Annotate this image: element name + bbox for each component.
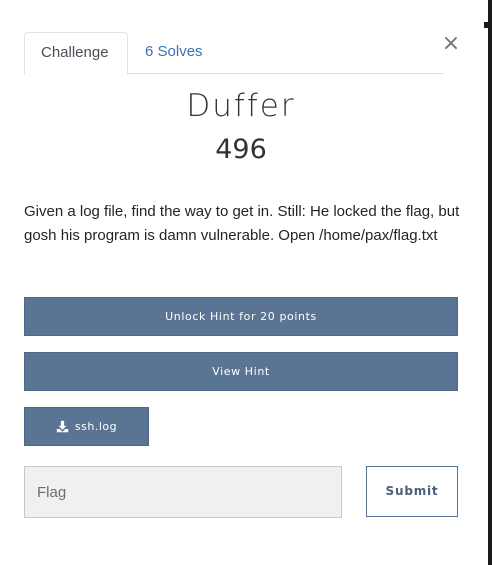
tab-challenge[interactable]: Challenge [24, 32, 128, 75]
backdrop-edge-top [484, 22, 492, 28]
challenge-description: Given a log file, find the way to get in… [24, 203, 460, 244]
close-button[interactable]: × [441, 30, 461, 58]
unlock-hint-button[interactable]: Unlock Hint for 20 points [24, 297, 458, 336]
challenge-points: 496 [215, 134, 267, 165]
view-hint-button[interactable]: View Hint [24, 352, 458, 391]
flag-input[interactable] [24, 466, 342, 518]
tab-bar: Challenge 6 Solves [24, 32, 444, 75]
download-icon [56, 420, 69, 433]
submit-button[interactable]: Submit [366, 466, 458, 517]
file-download-button[interactable]: ssh.log [24, 407, 149, 446]
backdrop-edge [488, 0, 492, 565]
file-name: ssh.log [74, 420, 118, 433]
challenge-modal: × Challenge 6 Solves Duffer 496 Given a … [0, 0, 492, 565]
challenge-name: Duffer [186, 88, 296, 124]
tab-solves[interactable]: 6 Solves [129, 32, 219, 74]
